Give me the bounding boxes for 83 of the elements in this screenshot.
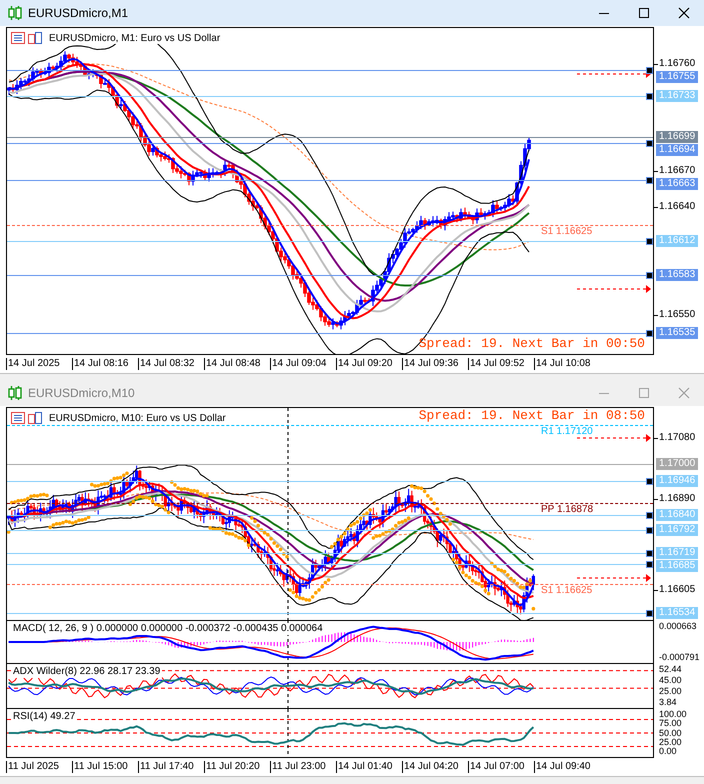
time-axis-label: 14 Jul 09:36 xyxy=(402,358,468,370)
line-handle[interactable] xyxy=(646,93,653,100)
price-tag: 1.16534 xyxy=(656,606,698,619)
time-axis-label: 14 Jul 04:20 xyxy=(402,761,468,773)
line-handle[interactable] xyxy=(646,512,653,519)
indicator-axis-label: 45.00 xyxy=(658,676,683,685)
price-tag: 1.16792 xyxy=(656,524,698,536)
pivot-label: R1 1.17120 xyxy=(541,426,593,438)
line-handle[interactable] xyxy=(646,140,653,147)
time-axis-label: 14 Jul 09:52 xyxy=(468,358,534,370)
price-tag: 1.16733 xyxy=(656,90,698,102)
target-arrow-icon xyxy=(576,434,651,442)
pivot-label: S1 1.16625 xyxy=(541,584,592,597)
price-tag: 1.17000 xyxy=(656,458,698,470)
close-icon xyxy=(678,387,690,399)
list-icon xyxy=(11,412,25,424)
list-icon xyxy=(11,32,25,44)
minimize-icon xyxy=(599,12,609,14)
indicator-axis-label: 0.000663 xyxy=(658,622,698,631)
chart-symbol-label: EURUSDmicro, M1: Euro vs US Dollar xyxy=(47,32,222,44)
pivot-label: PP 1.16878 xyxy=(541,504,594,516)
indicator-label: ADX Wilder(8) 22.96 28.17 23.39 xyxy=(11,666,162,678)
time-axis-label: 14 Jul 01:40 xyxy=(336,761,402,773)
price-tag: 1.16946 xyxy=(656,474,698,487)
price-tag: 1.16663 xyxy=(656,178,698,190)
time-axis-label: 14 Jul 10:08 xyxy=(534,358,600,370)
time-axis-label: 14 Jul 09:04 xyxy=(270,358,336,370)
price-tag: 1.16685 xyxy=(656,560,698,572)
line-handle[interactable] xyxy=(646,238,653,245)
spread-timer-text: Spread: 19. Next Bar in 08:50 xyxy=(418,409,645,423)
indicator-axis-label: 0.00 xyxy=(658,747,678,756)
indicator-label: MACD( 12, 26, 9 ) 0.000000 0.000000 -0.000372 -0.000435 0.000064 xyxy=(11,623,325,635)
time-axis-label: 11 Jul 15:00 xyxy=(72,761,138,773)
price-tag: 1.16755 xyxy=(656,70,698,83)
indicator-axis-label: 75.00 xyxy=(658,719,683,728)
time-axis-label: 14 Jul 08:16 xyxy=(72,358,138,370)
indicator-axis-label: 100.00 xyxy=(658,710,688,719)
line-handle[interactable] xyxy=(646,272,653,280)
price-tag: 1.16694 xyxy=(656,144,698,156)
price-tag: 1.16583 xyxy=(656,269,698,282)
price-tag: 1.16535 xyxy=(656,326,698,338)
line-handle[interactable] xyxy=(646,66,653,74)
indicator-axis-label: 52.44 xyxy=(658,665,683,674)
indicator-axis-label: 25.00 xyxy=(658,687,683,696)
price-tag: 1.16612 xyxy=(656,234,698,247)
price-tag: 1.16719 xyxy=(656,547,698,560)
time-axis-label: 14 Jul 09:40 xyxy=(534,761,600,773)
time-axis-label: 11 Jul 17:40 xyxy=(138,761,204,773)
time-axis-label: 14 Jul 08:32 xyxy=(138,358,204,370)
time-axis-label: 14 Jul 07:00 xyxy=(468,761,534,773)
target-arrow-icon xyxy=(576,574,651,582)
time-axis-label: 14 Jul 08:48 xyxy=(204,358,270,370)
target-arrow-icon xyxy=(576,285,651,293)
line-handle[interactable] xyxy=(646,527,653,534)
line-handle[interactable] xyxy=(646,610,653,617)
line-handle[interactable] xyxy=(646,478,653,485)
maximize-icon xyxy=(638,7,650,19)
line-handle[interactable] xyxy=(646,176,653,184)
candlestick-icon xyxy=(8,385,22,401)
indicator-axis-label: 3.84 xyxy=(658,698,678,707)
window-title: EURUSDmicro,M1 xyxy=(28,6,128,20)
time-axis-label: 11 Jul 20:20 xyxy=(204,761,270,773)
indicator-label: RSI(14) 49.27 xyxy=(11,711,78,723)
indicator-axis-label: 25.00 xyxy=(658,738,683,747)
data-window-icon xyxy=(28,412,42,424)
indicator-axis-label: -0.000791 xyxy=(658,653,701,662)
minimize-icon xyxy=(599,392,609,394)
window-title: EURUSDmicro,M10 xyxy=(28,386,135,400)
price-tag: 1.16699 xyxy=(656,130,698,143)
time-axis-label: 11 Jul 23:00 xyxy=(270,761,336,773)
spread-timer-text: Spread: 19. Next Bar in 00:50 xyxy=(418,337,645,351)
close-icon xyxy=(678,7,690,19)
pivot-label: S1 1.16625 xyxy=(541,226,592,238)
time-axis-label: 14 Jul 2025 xyxy=(6,358,72,370)
price-tag: 1.16840 xyxy=(656,508,698,521)
line-handle[interactable] xyxy=(646,330,653,336)
time-axis-label: 14 Jul 09:20 xyxy=(336,358,402,370)
maximize-icon xyxy=(638,387,650,399)
indicator-axis-label: 50.00 xyxy=(658,728,683,738)
chart-symbol-label: EURUSDmicro, M10: Euro vs US Dollar xyxy=(47,412,228,424)
candlestick-icon xyxy=(8,5,22,21)
time-axis-label: 11 Jul 2025 xyxy=(6,761,72,773)
data-window-icon xyxy=(28,32,42,44)
